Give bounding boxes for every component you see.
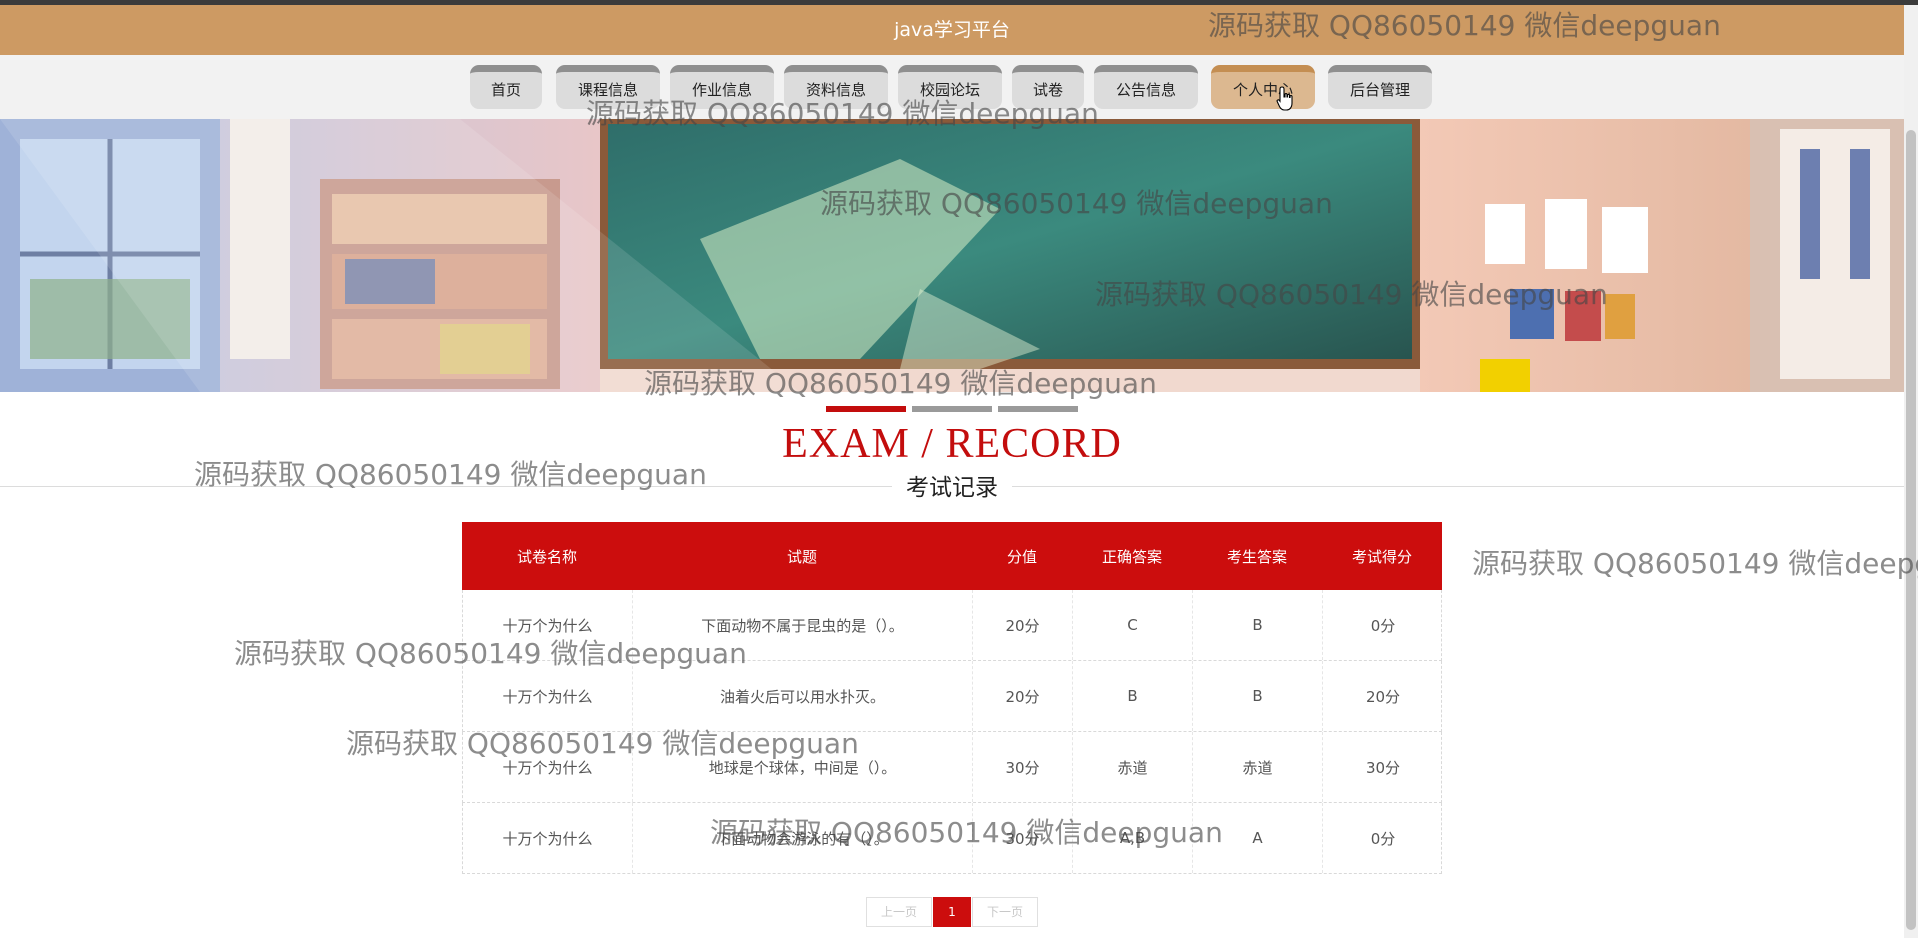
nav-admin[interactable]: 后台管理	[1328, 65, 1432, 109]
section-title-en: EXAM / RECORD	[782, 421, 1122, 467]
nav-home[interactable]: 首页	[470, 65, 542, 109]
cell-score: 0分	[1370, 616, 1396, 635]
col-header-student-answer: 考生答案	[1226, 547, 1287, 566]
cell-question: 地球是个球体，中间是（）。	[633, 732, 973, 802]
nav-personal-center[interactable]: 个人中心	[1211, 65, 1315, 109]
nav-exam-papers[interactable]: 试卷	[1012, 65, 1084, 109]
cell-correct-answer: C	[1073, 590, 1193, 660]
cell-points: 30分	[973, 803, 1073, 873]
cell-student-answer: B	[1193, 590, 1323, 660]
cell-student-answer: 赤道	[1193, 732, 1323, 802]
table-row: 十万个为什么 油着火后可以用水扑灭。 20分 B B 20分	[462, 661, 1442, 732]
scrollbar-thumb[interactable]	[1906, 130, 1916, 930]
cell-paper: 十万个为什么	[463, 803, 633, 873]
nav-homework[interactable]: 作业信息	[670, 65, 774, 109]
col-header-paper: 试卷名称	[516, 547, 577, 566]
prev-page-button[interactable]: 上一页	[866, 897, 932, 927]
section-indicator	[826, 406, 1078, 412]
nav-announcements[interactable]: 公告信息	[1094, 65, 1198, 109]
section-title-cn: 考试记录	[892, 470, 1012, 506]
cell-question: 下面动物不属于昆虫的是（）。	[633, 590, 973, 660]
next-page-button[interactable]: 下一页	[972, 897, 1038, 927]
site-title: java学习平台	[894, 19, 1010, 41]
main-nav: 首页 课程信息 作业信息 资料信息 校园论坛 试卷 公告信息 个人中心 后台管理	[0, 55, 1904, 119]
cell-correct-answer: B	[1073, 661, 1193, 731]
nav-courses[interactable]: 课程信息	[556, 65, 660, 109]
table-row: 十万个为什么 地球是个球体，中间是（）。 30分 赤道 赤道 30分	[462, 732, 1442, 803]
cell-paper: 十万个为什么	[463, 732, 633, 802]
cell-points: 20分	[973, 661, 1073, 731]
cell-paper: 十万个为什么	[463, 590, 633, 660]
nav-forum[interactable]: 校园论坛	[898, 65, 1002, 109]
cell-score: 0分	[1370, 829, 1396, 848]
page-1-button[interactable]: 1	[933, 897, 971, 927]
table-row: 十万个为什么 下面动物会游泳的有（）。 30分 A,B A 0分	[462, 803, 1442, 874]
site-header: java学习平台	[0, 5, 1904, 55]
cell-paper: 十万个为什么	[463, 661, 633, 731]
cell-points: 20分	[973, 590, 1073, 660]
cell-score: 30分	[1365, 758, 1401, 777]
table-row: 十万个为什么 下面动物不属于昆虫的是（）。 20分 C B 0分	[462, 590, 1442, 661]
indicator-bar	[912, 406, 992, 412]
hand-cursor-icon	[1276, 86, 1293, 111]
pagination: 上一页 1 下一页	[866, 897, 1040, 927]
indicator-bar	[998, 406, 1078, 412]
cell-question: 下面动物会游泳的有（）。	[633, 803, 973, 873]
classroom-banner-image	[0, 119, 1904, 392]
cell-score: 20分	[1365, 687, 1401, 706]
watermark-text: 源码获取 QQ86050149 微信deepguan	[1472, 547, 1918, 580]
cell-points: 30分	[973, 732, 1073, 802]
col-header-score: 考试得分	[1351, 547, 1412, 566]
cell-question: 油着火后可以用水扑灭。	[633, 661, 973, 731]
cell-correct-answer: 赤道	[1073, 732, 1193, 802]
col-header-points: 分值	[1006, 547, 1037, 566]
table-header-row: 试卷名称 试题 分值 正确答案 考生答案 考试得分	[462, 522, 1442, 590]
col-header-question: 试题	[786, 547, 817, 566]
col-header-correct-answer: 正确答案	[1101, 547, 1162, 566]
cell-student-answer: B	[1193, 661, 1323, 731]
cell-student-answer: A	[1193, 803, 1323, 873]
exam-record-table: 试卷名称 试题 分值 正确答案 考生答案 考试得分 十万个为什么 下面动物不属于…	[462, 522, 1442, 874]
cell-correct-answer: A,B	[1073, 803, 1193, 873]
indicator-bar-active	[826, 406, 906, 412]
nav-materials[interactable]: 资料信息	[784, 65, 888, 109]
